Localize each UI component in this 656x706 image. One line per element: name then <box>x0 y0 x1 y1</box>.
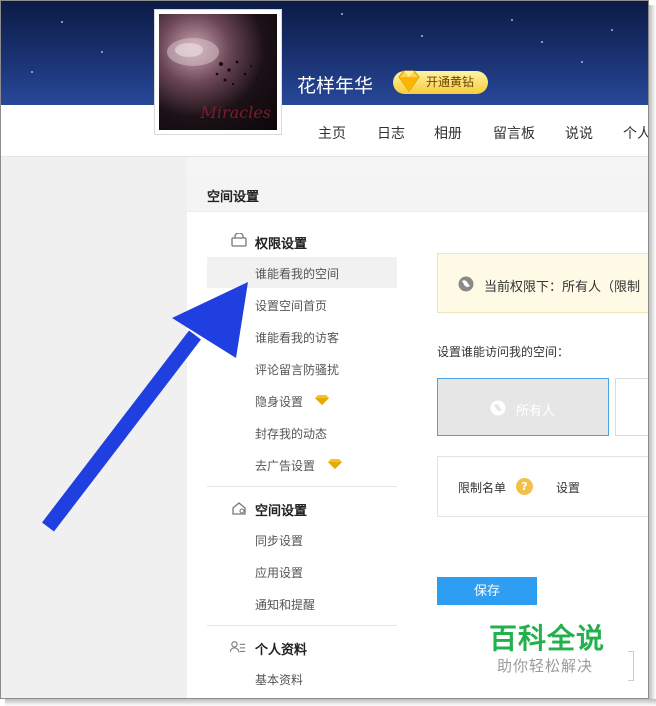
left-gutter <box>1 157 187 698</box>
nav-shuoshuo[interactable]: 说说 <box>565 123 593 143</box>
diamond-icon <box>398 70 420 92</box>
sidebar-item-notifications[interactable]: 通知和提醒 <box>255 596 315 613</box>
sidebar-item-remove-ads[interactable]: 去广告设置 <box>255 457 315 474</box>
open-vip-label: 开通黄钻 <box>426 75 475 89</box>
option-everyone[interactable]: 所有人 <box>437 378 609 436</box>
house-gear-icon <box>232 502 246 515</box>
avatar-image: Miracles <box>159 14 277 130</box>
sidebar-item-invisible[interactable]: 隐身设置 <box>255 393 303 410</box>
sidebar-divider <box>207 486 397 487</box>
watermark-bracket <box>628 651 634 681</box>
sidebar-item-basic-info[interactable]: 基本资料 <box>255 671 303 688</box>
top-navbar: 主页 日志 相册 留言板 说说 个人 <box>1 105 648 157</box>
section-profile-title: 个人资料 <box>255 643 308 658</box>
sidebar-item-who-can-view[interactable]: 谁能看我的空间 <box>207 257 397 288</box>
sidebar-divider <box>207 625 397 626</box>
avatar-caption: Miracles <box>200 103 271 122</box>
browser-frame: 主页 日志 相册 留言板 说说 个人 Miracles 花样年华 开通黄钻 空间… <box>0 0 649 699</box>
restrict-list-label: 限制名单 <box>458 481 507 495</box>
nav-album[interactable]: 相册 <box>434 123 462 143</box>
section-space-title: 空间设置 <box>255 504 308 519</box>
help-icon[interactable]: ? <box>516 478 533 495</box>
sidebar-item-anti-harass[interactable]: 评论留言防骚扰 <box>255 361 339 378</box>
nav-profile[interactable]: 个人 <box>623 123 648 143</box>
restrict-set-link[interactable]: 设置 <box>556 479 580 496</box>
sidebar-item-visitors[interactable]: 谁能看我的访客 <box>255 329 339 346</box>
nav-blog[interactable]: 日志 <box>377 123 405 143</box>
sidebar-item-label: 谁能看我的空间 <box>255 267 340 281</box>
vip-diamond-icon <box>315 395 329 405</box>
globe-icon <box>458 276 474 292</box>
restrict-list-box: 限制名单 ? 设置 <box>437 456 648 517</box>
avatar[interactable]: Miracles <box>154 9 282 135</box>
panel-header: 空间设置 <box>187 175 648 212</box>
nav-guestbook[interactable]: 留言板 <box>493 123 535 143</box>
watermark-title: 百科全说 <box>489 622 606 655</box>
section-permissions-title: 权限设置 <box>255 237 308 252</box>
sidebar-item-archive-feed[interactable]: 封存我的动态 <box>255 425 327 442</box>
nav-home[interactable]: 主页 <box>318 123 346 143</box>
lock-icon <box>231 233 247 247</box>
open-vip-button[interactable]: 开通黄钻 <box>393 70 488 94</box>
frame-shadow-bottom <box>5 699 656 706</box>
watermark-subtitle: 助你轻松解决 <box>497 657 594 675</box>
sidebar-item-home-setting[interactable]: 设置空间首页 <box>255 297 327 314</box>
permission-notice: 当前权限下：所有人（限制 <box>437 253 648 313</box>
frame-shadow-right <box>649 5 656 706</box>
save-button[interactable]: 保存 <box>437 577 537 605</box>
person-card-icon <box>230 641 246 653</box>
panel-title: 空间设置 <box>207 190 260 205</box>
access-label: 设置谁能访问我的空间： <box>437 345 570 359</box>
option-next[interactable] <box>615 378 648 436</box>
option-everyone-label: 所有人 <box>516 404 556 419</box>
sidebar-item-sync[interactable]: 同步设置 <box>255 532 303 549</box>
sidebar-item-apps[interactable]: 应用设置 <box>255 564 303 581</box>
username: 花样年华 <box>297 75 374 97</box>
globe-icon <box>490 400 506 416</box>
vip-diamond-icon <box>328 459 342 469</box>
notice-text: 当前权限下：所有人（限制 <box>484 280 641 295</box>
